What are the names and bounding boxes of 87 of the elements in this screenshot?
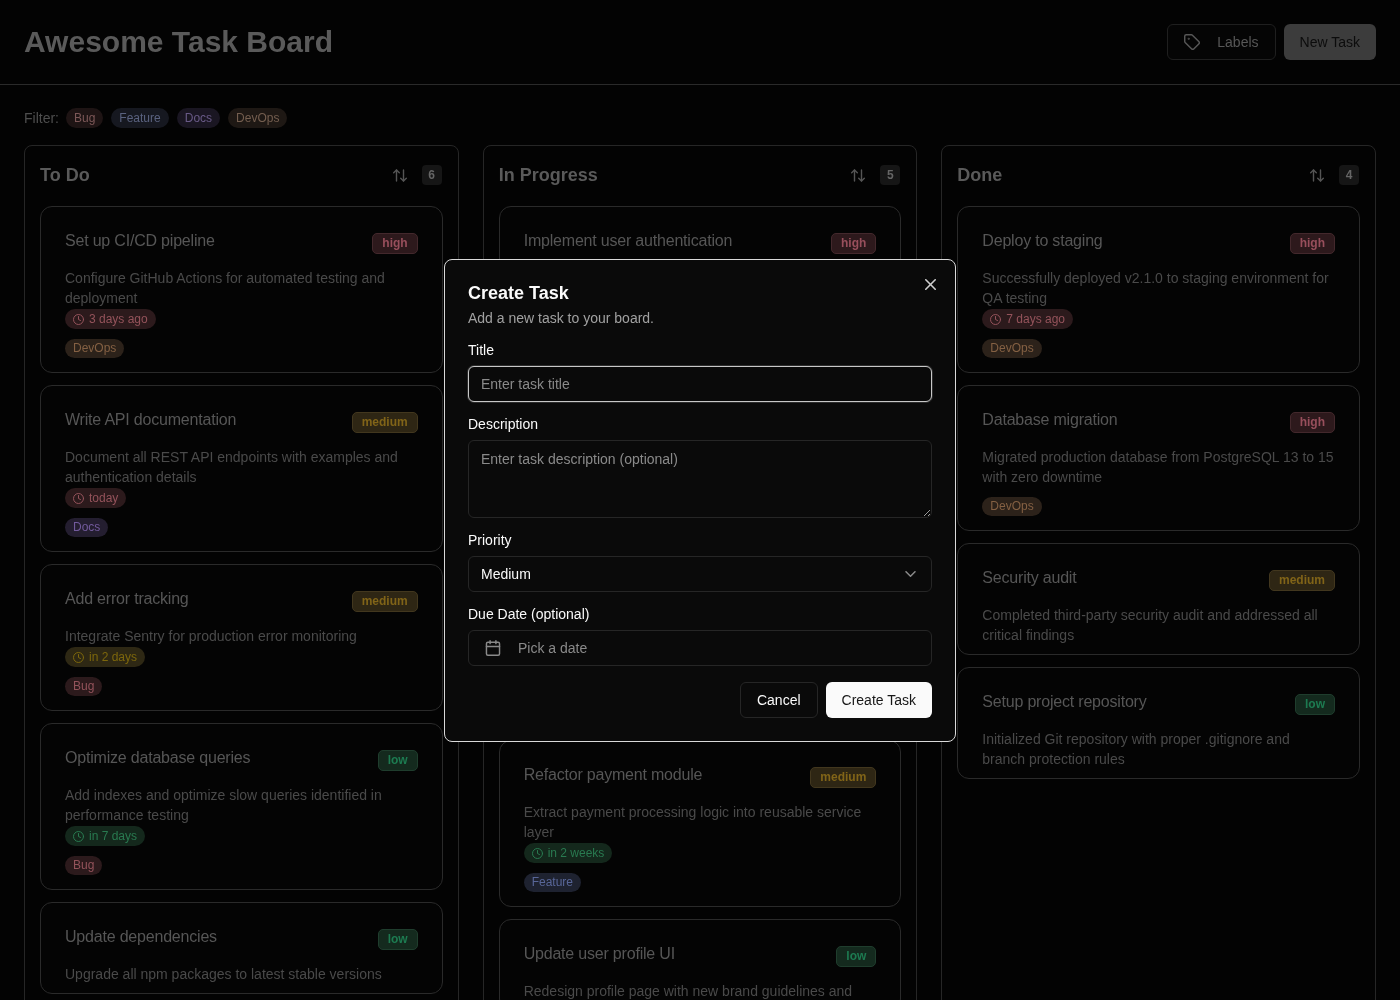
priority-badge: medium (810, 767, 877, 788)
app-title: Awesome Task Board (24, 24, 333, 60)
labels-button[interactable]: Labels (1167, 24, 1276, 60)
arrow-up-down-icon (392, 168, 407, 182)
tag-icon (1184, 34, 1201, 50)
dialog-subtitle: Add a new task to your board. (468, 308, 655, 328)
task-description: Successfully deployed v2.1.0 to staging environment for QA testing (982, 269, 1330, 308)
priority-badge: high (1289, 412, 1335, 433)
priority-badge: low (1295, 694, 1335, 715)
priority-badge: low (836, 946, 877, 967)
column-title: In Progress (498, 164, 599, 187)
column-title: To Do (40, 164, 91, 187)
priority-badge: low (377, 929, 418, 950)
count-badge: 5 (880, 165, 901, 185)
close-icon (925, 278, 936, 290)
task-title: Optimize database queries (65, 748, 251, 768)
filter-label: Filter: (24, 109, 59, 128)
priority-badge: high (372, 233, 418, 254)
task-title: Refactor payment module (523, 765, 703, 785)
calendar-icon (485, 639, 501, 656)
filter-chip[interactable]: DevOps (228, 108, 288, 128)
task-title: Deploy to staging (982, 231, 1103, 251)
task-title: Update user profile UI (523, 944, 675, 964)
count-badge: 4 (1339, 165, 1359, 185)
filter-chip[interactable]: Bug (66, 108, 104, 128)
task-description: Completed third-party security audit and addressed all critical findings (982, 606, 1319, 645)
task-title: Set up CI/CD pipeline (65, 231, 215, 251)
clock-icon (531, 847, 543, 859)
task-description: Document all REST API endpoints with examples and authentication details (65, 448, 399, 487)
task-description: Redesign profile page with new brand guidelines and (523, 982, 854, 1000)
tag-chip: Docs (65, 518, 109, 537)
select-field[interactable]: Medium (468, 555, 932, 592)
clock-icon (73, 313, 84, 325)
due-date-text: in 7 days (89, 828, 138, 845)
task-title: Add error tracking (65, 589, 189, 609)
arrow-up-down-icon (851, 168, 866, 182)
clock-icon (73, 651, 84, 663)
due-date-text: in 2 days (89, 649, 138, 666)
tag-chip: DevOps (65, 339, 125, 358)
task-description: Add indexes and optimize slow queries identified in performance testing (65, 786, 383, 825)
count-badge: 6 (421, 165, 442, 185)
chevron-down-icon (905, 570, 916, 577)
task-title: Write API documentation (65, 410, 237, 430)
date-picker-field[interactable]: Pick a date (468, 629, 932, 666)
task-title: Database migration (982, 410, 1118, 430)
tag-chip: Feature (523, 873, 581, 892)
due-date-text: in 2 weeks (547, 845, 605, 862)
column-title: Done (957, 164, 1004, 187)
close-button[interactable] (925, 278, 936, 290)
field-label: Description (468, 414, 539, 434)
task-description: Integrate Sentry for production error monitoring (65, 627, 358, 646)
task-description: Migrated production database from PostgreSQL 13 to 15 with zero downtime (982, 448, 1335, 487)
clock-icon (73, 492, 84, 504)
clock-icon (73, 830, 84, 842)
tag-chip: DevOps (982, 339, 1042, 358)
tag-chip: Bug (65, 856, 103, 875)
field-label: Priority (468, 530, 512, 550)
task-description: Configure GitHub Actions for automated testing and deployment (65, 269, 386, 308)
field-label: Due Date (optional) (468, 604, 590, 624)
tag-chip: Bug (65, 677, 103, 696)
filter-chip[interactable]: Docs (176, 108, 221, 128)
filter-chip[interactable]: Feature (111, 108, 169, 128)
priority-badge: medium (351, 591, 418, 612)
due-date-text: 7 days ago (1006, 311, 1066, 328)
clock-icon (990, 313, 1002, 325)
task-title: Setup project repository (982, 692, 1147, 712)
arrow-up-down-icon (1310, 168, 1324, 182)
text-input[interactable]: Enter task title (468, 365, 932, 402)
priority-badge: high (1289, 233, 1335, 254)
task-title: Security audit (982, 568, 1077, 588)
due-date-text: today (89, 490, 119, 507)
priority-badge: high (831, 233, 877, 254)
task-description: Extract payment processing logic into reusable service layer (523, 803, 863, 842)
priority-badge: medium (351, 412, 418, 433)
priority-badge: medium (1268, 570, 1335, 591)
task-description: Upgrade all npm packages to latest stable versions (65, 965, 383, 984)
task-title: Implement user authentication (523, 231, 733, 251)
priority-badge: low (377, 750, 418, 771)
dialog-title: Create Task (468, 282, 570, 303)
task-title: Update dependencies (65, 927, 217, 947)
textarea-field[interactable]: Enter task description (optional) (468, 439, 932, 518)
due-date-text: 3 days ago (89, 311, 148, 328)
cancel-button[interactable]: Cancel (739, 681, 818, 718)
field-label: Title (468, 340, 494, 360)
create-task-button[interactable]: Create Task (825, 681, 932, 718)
tag-chip: DevOps (982, 497, 1042, 516)
task-description: Initialized Git repository with proper .gitignore and branch protection rules (982, 730, 1291, 769)
